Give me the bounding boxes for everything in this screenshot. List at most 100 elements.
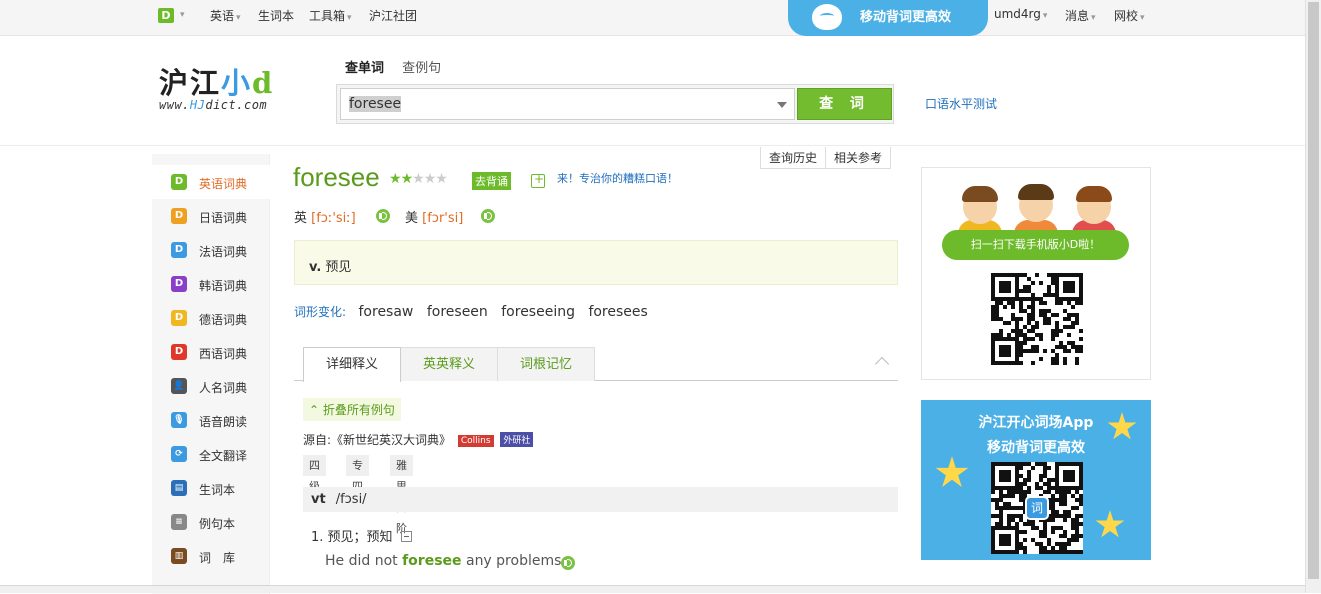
nav-english[interactable]: 英语 ▾	[210, 7, 241, 24]
dropdown-arrow-icon[interactable]	[777, 102, 787, 108]
qr-module	[1067, 349, 1071, 353]
qr-module	[1079, 329, 1083, 333]
qr-module	[1011, 305, 1015, 309]
nav-wordbook[interactable]: 生词本	[258, 7, 294, 24]
qr-module	[1019, 466, 1023, 470]
qr-module	[1055, 333, 1059, 337]
chevron-up-double-icon: ⌃	[309, 403, 320, 417]
qr-module	[1031, 466, 1035, 470]
messages-menu[interactable]: 消息 ▾	[1065, 7, 1096, 24]
oral-promo-link[interactable]: 来！专治你的糟糕口语！	[557, 170, 678, 186]
scrollbar-thumb[interactable]	[1308, 2, 1319, 579]
mobile-promo-banner[interactable]: 移动背词更高效	[788, 0, 988, 36]
collapse-icon[interactable]	[874, 356, 890, 372]
sidebar-item[interactable]: D 西语词典	[152, 335, 270, 369]
collins-badge: Collins	[457, 435, 494, 447]
speaker-icon[interactable]	[376, 209, 390, 223]
word-form[interactable]: foresaw	[359, 304, 414, 320]
sidebar-item[interactable]: ▥ 词 库	[152, 539, 270, 573]
qr-module	[1027, 490, 1031, 494]
tab-lookup-word[interactable]: 查单词	[345, 61, 384, 76]
word-form[interactable]: foreseeing	[501, 304, 575, 320]
qr-module	[1047, 466, 1051, 470]
sidebar-item[interactable]: D 英语词典	[152, 165, 270, 199]
oral-test-link[interactable]: 口语水平测试	[925, 95, 997, 112]
speaker-icon[interactable]	[481, 209, 495, 223]
qr-module	[1059, 329, 1063, 333]
chevron-down-icon: ▾	[1042, 11, 1048, 21]
pos-header: vt/fɔsi/	[303, 487, 898, 512]
promo-text: 移动背词更高效	[860, 10, 952, 25]
app-subtitle: 移动背词更高效	[987, 440, 1085, 456]
star-icon: ★	[423, 171, 437, 187]
qr-module	[1031, 281, 1035, 285]
collapse-sense-icon[interactable]	[400, 531, 412, 542]
nav-toolbox[interactable]: 工具箱 ▾	[309, 7, 352, 24]
sidebar-item[interactable]: ≡ 例句本	[152, 505, 270, 539]
qr-module	[1007, 353, 1011, 357]
word-form[interactable]: foreseen	[427, 304, 488, 320]
sidebar-item[interactable]: D 法语词典	[152, 233, 270, 267]
sidebar-item[interactable]: 🎙 语音朗读	[152, 403, 270, 437]
mobile-download-card[interactable]: 扫一扫下载手机版小D啦！	[921, 167, 1151, 380]
app-promo-card[interactable]: 沪江开心词场App 移动背词更高效 词	[921, 400, 1151, 560]
sidebar-item-label: 词 库	[199, 551, 236, 565]
qr-module	[1027, 478, 1031, 482]
source-text: 源自:《新世纪英汉大词典》	[303, 433, 452, 447]
qr-module	[1051, 530, 1055, 534]
qr-module	[1079, 534, 1083, 538]
sidebar-item[interactable]: ⟳ 全文翻译	[152, 437, 270, 471]
qr-module	[1051, 337, 1055, 341]
us-pronunciation: 美 [fɔr'si]	[405, 211, 464, 226]
qr-module	[1019, 361, 1023, 365]
pos-ipa: /fɔsi/	[335, 492, 367, 507]
tab-related-reference[interactable]: 相关参考	[826, 147, 890, 168]
add-to-wordbook-icon[interactable]	[531, 172, 545, 188]
pos-label: v.	[309, 260, 322, 275]
publisher-badge: 外研社	[500, 432, 534, 447]
sidebar-item-label: 生词本	[199, 483, 236, 497]
chevron-down-icon[interactable]: ▾	[180, 10, 185, 20]
sidebar-item[interactable]: ▤ 生词本	[152, 471, 270, 505]
fold-examples-button[interactable]: ⌃ 折叠所有例句	[303, 398, 401, 421]
sidebar-item-label: 语音朗读	[199, 415, 248, 429]
school-menu[interactable]: 网校 ▾	[1114, 7, 1145, 24]
tab-root-memory[interactable]: 词根记忆	[497, 347, 595, 381]
qr-module	[1079, 550, 1083, 554]
qr-module	[1023, 341, 1027, 345]
search-button[interactable]: 查 词	[797, 88, 892, 120]
qr-module	[1047, 321, 1051, 325]
word-form[interactable]: foresees	[588, 304, 647, 320]
qr-module	[1067, 542, 1071, 546]
tab-detailed-definition[interactable]: 详细释义	[303, 347, 401, 382]
qr-module	[1075, 538, 1079, 542]
sidebar-item-label: 法语词典	[199, 245, 248, 259]
hjdict-logo-icon[interactable]: D	[158, 8, 174, 23]
dictionary-icon: D	[171, 208, 187, 224]
logo-title: 沪江小d	[159, 60, 274, 102]
word-forms: 词形变化: foresaw foreseen foreseeing forese…	[294, 303, 657, 320]
dictionary-sidebar: D 英语词典 D 日语词典 D 法语词典 D 韩语词典 D 德语词典 D 西语词典 👤 人名词典 🎙 语音朗读…	[152, 154, 270, 594]
sidebar-item[interactable]: 👤 人名词典	[152, 369, 270, 403]
top-bar: D ▾ 英语 ▾ 生词本 工具箱 ▾ 沪江社团 移动背词更高效 umd4rg ▾ 消息…	[0, 0, 1305, 36]
vertical-scrollbar[interactable]	[1305, 0, 1321, 593]
site-logo[interactable]: 沪江小d www.HJdict.com	[153, 60, 313, 118]
qr-module	[1079, 514, 1083, 518]
sidebar-item[interactable]: D 日语词典	[152, 199, 270, 233]
search-input[interactable]: foresee	[340, 88, 795, 120]
level-tag: 专四	[346, 455, 369, 493]
tab-lookup-sentence[interactable]: 查例句	[402, 61, 441, 76]
qr-module	[1079, 349, 1083, 353]
recite-button[interactable]: 去背诵	[472, 172, 511, 190]
speaker-icon[interactable]	[561, 556, 575, 570]
sidebar-item-label: 例句本	[199, 517, 236, 531]
sidebar-item[interactable]: D 德语词典	[152, 301, 270, 335]
qr-module	[1055, 361, 1059, 365]
sidebar-item[interactable]: D 韩语词典	[152, 267, 270, 301]
nav-community[interactable]: 沪江社团	[369, 7, 417, 24]
tab-english-definition[interactable]: 英英释义	[400, 347, 498, 381]
logo-text: d	[252, 66, 275, 100]
microphone-icon: 🎙	[171, 412, 187, 428]
user-menu[interactable]: umd4rg ▾	[994, 7, 1047, 21]
tab-query-history[interactable]: 查询历史	[761, 147, 827, 168]
